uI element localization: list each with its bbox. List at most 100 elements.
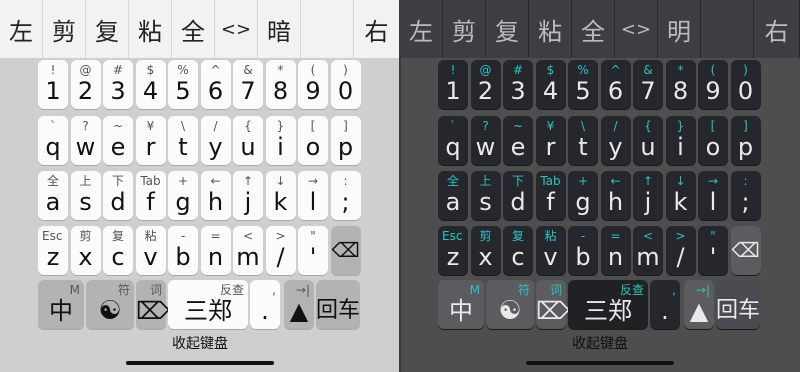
collapse-keyboard[interactable]: 收起键盘 <box>0 333 400 353</box>
toolbar-button-0[interactable]: 左 <box>0 0 43 58</box>
toolbar-button-1[interactable]: 剪 <box>443 0 486 58</box>
key-top-row-8[interactable]: [o <box>298 116 328 165</box>
key-home-row-5[interactable]: ← h <box>200 171 231 220</box>
key-bottom-row-1[interactable]: 剪x <box>70 226 101 275</box>
key-bottom-row-4[interactable]: -b <box>568 226 598 275</box>
toolbar-button-4[interactable]: 全 <box>172 0 215 58</box>
key-home-row-3[interactable]: Tab f <box>535 171 566 220</box>
key-home-row-7[interactable]: ↓ k <box>665 171 696 220</box>
space-key[interactable]: 反查 三郑 <box>568 280 648 329</box>
key-home-row-5[interactable]: ← h <box>600 171 631 220</box>
key-number-row-9[interactable]: ) 0 <box>730 60 761 109</box>
key-home-row-2[interactable]: 下d <box>103 171 133 220</box>
toolbar-button-0[interactable]: 左 <box>400 0 443 58</box>
key-number-row-6[interactable]: & 7 <box>633 60 663 109</box>
key-number-row-1[interactable]: @2 <box>70 60 101 109</box>
key-home-row-3[interactable]: Tab f <box>135 171 166 220</box>
key-number-row-0[interactable]: ! 1 <box>438 60 468 109</box>
key-bottom-row-6[interactable]: < m <box>233 226 263 275</box>
toolbar-button-2[interactable]: 复 <box>486 0 529 58</box>
toolbar-button-3[interactable]: 粘 <box>529 0 572 58</box>
key-number-row-4[interactable]: % 5 <box>568 60 598 109</box>
key-top-row-9[interactable]: ] p <box>730 116 761 165</box>
key-top-row-3[interactable]: ¥ r <box>535 116 566 165</box>
key-top-row-1[interactable]: ? w <box>470 116 501 165</box>
key-top-row-2[interactable]: ~ e <box>503 116 533 165</box>
key-bottom-row-0[interactable]: Esc z <box>38 226 68 275</box>
key-top-row-3[interactable]: ¥ r <box>135 116 166 165</box>
space-key[interactable]: 反查 三郑 <box>168 280 248 329</box>
toolbar-button-5[interactable]: <> <box>215 0 258 58</box>
key-top-row-7[interactable]: } i <box>265 116 296 165</box>
key-bottom-row-5[interactable]: = n <box>600 226 631 275</box>
key-number-row-9[interactable]: ) 0 <box>330 60 361 109</box>
key-bottom-row-6[interactable]: < m <box>633 226 663 275</box>
key-number-row-0[interactable]: ! 1 <box>38 60 68 109</box>
lang-key[interactable]: M中 <box>38 280 84 329</box>
word-key[interactable]: 词 ⌦ <box>536 280 570 329</box>
key-bottom-row-1[interactable]: 剪x <box>470 226 501 275</box>
toolbar-button-6[interactable]: 明 <box>658 0 701 58</box>
key-top-row-2[interactable]: ~ e <box>103 116 133 165</box>
key-top-row-1[interactable]: ? w <box>70 116 101 165</box>
key-number-row-5[interactable]: ^ 6 <box>600 60 631 109</box>
word-key[interactable]: 词 ⌦ <box>136 280 170 329</box>
key-bottom-row-3[interactable]: 粘v <box>135 226 166 275</box>
key-number-row-3[interactable]: $4 <box>135 60 166 109</box>
key-number-row-2[interactable]: #3 <box>503 60 533 109</box>
key-bottom-row-5[interactable]: = n <box>200 226 231 275</box>
toolbar-button-5[interactable]: <> <box>615 0 658 58</box>
key-home-row-4[interactable]: + g <box>168 171 198 220</box>
key-home-row-9[interactable]: :; <box>330 171 361 220</box>
collapse-keyboard[interactable]: 收起键盘 <box>400 333 800 353</box>
toolbar-button-4[interactable]: 全 <box>572 0 615 58</box>
key-top-row-4[interactable]: \ t <box>568 116 598 165</box>
toolbar-button-7[interactable] <box>301 0 354 58</box>
shift-key[interactable]: →| ▲ <box>284 280 314 329</box>
shift-key[interactable]: →| ▲ <box>684 280 714 329</box>
key-top-row-4[interactable]: \ t <box>168 116 198 165</box>
key-top-row-5[interactable]: / y <box>200 116 231 165</box>
key-home-row-6[interactable]: ↑ j <box>233 171 263 220</box>
key-number-row-7[interactable]: * 8 <box>265 60 296 109</box>
key-home-row-2[interactable]: 下d <box>503 171 533 220</box>
toolbar-button-8[interactable]: 右 <box>754 0 800 58</box>
punct-key[interactable]: ,. <box>250 280 280 329</box>
key-home-row-0[interactable]: 全a <box>438 171 468 220</box>
key-number-row-1[interactable]: @2 <box>470 60 501 109</box>
key-bottom-row-3[interactable]: 粘v <box>535 226 566 275</box>
key-top-row-7[interactable]: } i <box>665 116 696 165</box>
key-bottom-row-4[interactable]: -b <box>168 226 198 275</box>
key-number-row-7[interactable]: * 8 <box>665 60 696 109</box>
enter-key[interactable]: 回车 <box>316 280 360 329</box>
key-bottom-row-7[interactable]: > / <box>665 226 696 275</box>
toolbar-button-3[interactable]: 粘 <box>129 0 172 58</box>
toolbar-button-8[interactable]: 右 <box>354 0 400 58</box>
key-home-row-0[interactable]: 全a <box>38 171 68 220</box>
key-bottom-row-7[interactable]: > / <box>265 226 296 275</box>
symbol-key[interactable]: 符 ☯ <box>486 280 534 329</box>
key-bottom-row-8[interactable]: " ' <box>298 226 328 275</box>
key-number-row-6[interactable]: & 7 <box>233 60 263 109</box>
key-number-row-3[interactable]: $4 <box>535 60 566 109</box>
key-home-row-1[interactable]: 上s <box>70 171 101 220</box>
key-top-row-5[interactable]: / y <box>600 116 631 165</box>
key-number-row-8[interactable]: (9 <box>298 60 328 109</box>
punct-key[interactable]: ,. <box>650 280 680 329</box>
symbol-key[interactable]: 符 ☯ <box>86 280 134 329</box>
enter-key[interactable]: 回车 <box>716 280 760 329</box>
key-home-row-1[interactable]: 上s <box>470 171 501 220</box>
key-bottom-row-2[interactable]: 复c <box>503 226 533 275</box>
key-home-row-8[interactable]: → l <box>298 171 328 220</box>
key-top-row-9[interactable]: ] p <box>330 116 361 165</box>
key-top-row-0[interactable]: ` q <box>38 116 68 165</box>
key-home-row-4[interactable]: + g <box>568 171 598 220</box>
backspace-key[interactable]: ⌫ <box>330 226 361 275</box>
key-bottom-row-0[interactable]: Esc z <box>438 226 468 275</box>
key-top-row-6[interactable]: {u <box>633 116 663 165</box>
key-top-row-6[interactable]: {u <box>233 116 263 165</box>
key-bottom-row-8[interactable]: " ' <box>698 226 728 275</box>
key-top-row-0[interactable]: ` q <box>438 116 468 165</box>
toolbar-button-7[interactable] <box>701 0 754 58</box>
toolbar-button-2[interactable]: 复 <box>86 0 129 58</box>
